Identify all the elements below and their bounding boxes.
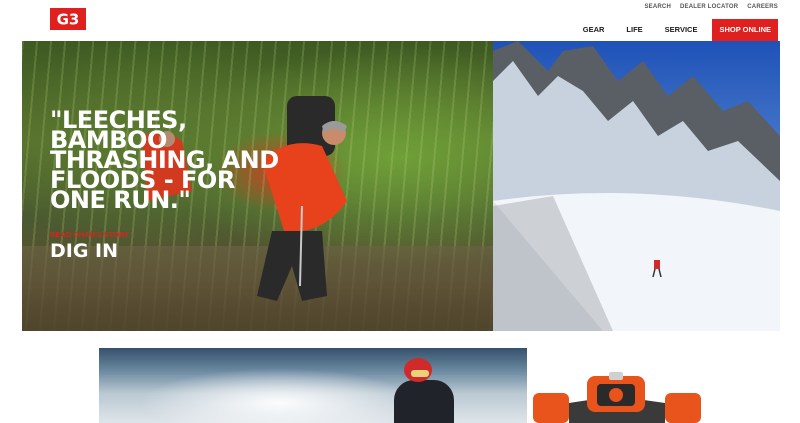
snow-spray xyxy=(139,368,419,423)
nav-gear[interactable]: GEAR xyxy=(572,19,616,41)
shop-online-button[interactable]: SHOP ONLINE xyxy=(712,19,778,41)
binding-product-image[interactable] xyxy=(527,348,705,423)
g3-logo[interactable]: G3 xyxy=(50,8,86,30)
read-story-link[interactable]: READ CHAD'S STORY xyxy=(50,230,129,239)
dig-in-link[interactable]: DIG IN xyxy=(50,240,118,262)
skier-goggle xyxy=(411,370,429,377)
hero-image-mountains[interactable] xyxy=(493,41,780,331)
mountain-scene xyxy=(493,41,780,331)
search-link[interactable]: SEARCH xyxy=(644,4,671,10)
dealer-locator-link[interactable]: DEALER LOCATOR xyxy=(680,4,738,10)
skier-body xyxy=(394,380,454,423)
logo-text: G3 xyxy=(57,11,80,29)
skier-powder-image[interactable] xyxy=(99,348,527,423)
utility-nav: SEARCH DEALER LOCATOR CAREERS xyxy=(644,4,778,10)
orange-binding-illustration xyxy=(533,372,701,423)
hero-quote: "LEECHES, BAMBOO THRASHING, AND FLOODS -… xyxy=(50,106,279,214)
main-nav: GEAR LIFE SERVICE SHOP ONLINE xyxy=(572,19,778,41)
nav-life[interactable]: LIFE xyxy=(615,19,653,41)
careers-link[interactable]: CAREERS xyxy=(747,4,778,10)
nav-service[interactable]: SERVICE xyxy=(654,19,709,41)
